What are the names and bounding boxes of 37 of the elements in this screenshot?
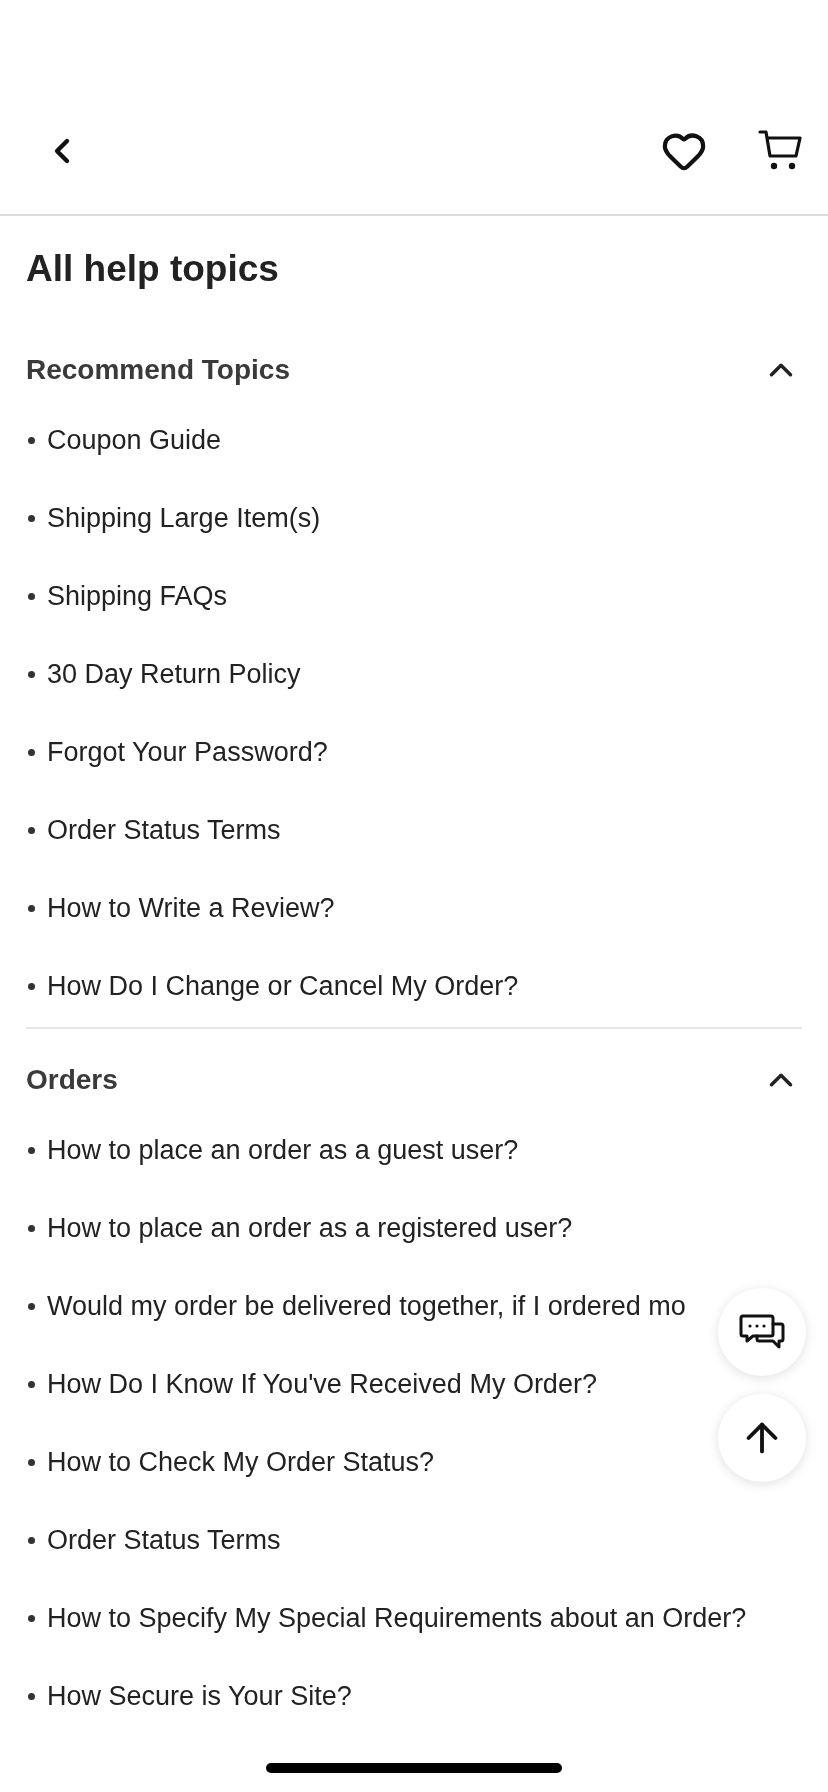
help-topic-link[interactable]: Shipping Large Item(s) bbox=[47, 497, 321, 539]
help-topic-link[interactable]: How to place an order as a guest user? bbox=[47, 1129, 519, 1171]
help-topic-link[interactable]: How Do I Know If You've Received My Order? bbox=[47, 1363, 597, 1405]
bullet-icon bbox=[28, 748, 35, 756]
section-toggle[interactable]: Recommend Topics bbox=[26, 350, 802, 390]
bullet-icon bbox=[28, 1146, 35, 1154]
help-topic-link[interactable]: How Secure is Your Site? bbox=[47, 1675, 352, 1717]
bullet-icon bbox=[28, 826, 35, 834]
help-topic-link[interactable]: Forgot Your Password? bbox=[47, 731, 328, 773]
bullet-icon bbox=[28, 1692, 35, 1700]
bullet-icon bbox=[28, 592, 35, 600]
help-topic-link[interactable]: Coupon Guide bbox=[47, 419, 222, 461]
bullet-icon bbox=[28, 670, 35, 678]
help-topic-link[interactable]: Order Status Terms bbox=[47, 809, 281, 851]
bullet-icon bbox=[28, 1380, 35, 1388]
bullet-icon bbox=[28, 436, 35, 444]
help-topic-link[interactable]: How to Check My Order Status? bbox=[47, 1441, 435, 1483]
bullet-icon bbox=[28, 904, 35, 912]
section-toggle[interactable]: Orders bbox=[26, 1060, 802, 1100]
help-topic-link[interactable]: 30 Day Return Policy bbox=[47, 653, 301, 695]
bullet-icon bbox=[28, 1614, 35, 1622]
help-topic-link[interactable]: Shipping FAQs bbox=[47, 575, 228, 617]
help-topic-link[interactable]: How to Specify My Special Requirements about an Order? bbox=[47, 1597, 747, 1639]
bullet-icon bbox=[28, 514, 35, 522]
help-topic-link[interactable]: How to Write a Review? bbox=[47, 887, 335, 929]
bullet-icon bbox=[28, 1302, 35, 1310]
bullet-icon bbox=[28, 1224, 35, 1232]
help-topic-link[interactable]: Would my order be delivered together, if I ordered mo bbox=[47, 1285, 686, 1327]
cart-icon bbox=[758, 130, 802, 172]
help-topic-link[interactable]: Order Status Terms bbox=[47, 1519, 281, 1561]
bullet-icon bbox=[28, 982, 35, 990]
help-topic-link[interactable]: How Do I Change or Cancel My Order? bbox=[47, 965, 519, 1007]
bullet-icon bbox=[28, 1536, 35, 1544]
help-topic-link[interactable]: How to place an order as a registered user? bbox=[47, 1207, 573, 1249]
bullet-icon bbox=[28, 1458, 35, 1466]
page-title: All help topics bbox=[26, 247, 280, 291]
chat-bubbles-icon bbox=[739, 1313, 785, 1351]
